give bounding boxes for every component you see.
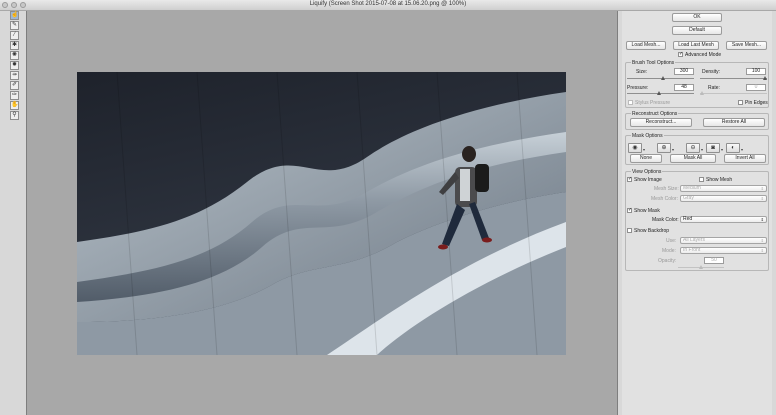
select-arrows-icon: ⇕ [760,238,764,243]
reconstruct-button[interactable]: Reconstruct... [630,118,692,127]
freeze-mask-tool[interactable]: ✐ [10,81,19,90]
size-slider-handle[interactable] [661,76,665,80]
opacity-slider[interactable] [678,265,724,269]
stylus-pressure-label: Stylus Pressure [635,100,671,106]
density-slider-handle[interactable] [763,76,767,80]
mask-subtract-dropdown-icon[interactable]: ▾ [701,147,703,152]
mask-replace-icon[interactable]: ◉ [628,143,642,153]
opacity-field[interactable]: 50 [704,257,724,264]
default-button[interactable]: Default [672,26,722,35]
reconstruct-options-title: Reconstruct Options [631,111,679,117]
show-backdrop-label: Show Backdrop [634,228,670,234]
stylus-pressure-checkbox[interactable] [628,100,633,105]
advanced-mode-checkbox[interactable]: ✓ [678,52,683,57]
mask-intersect-icon[interactable]: ◙ [706,143,720,153]
pressure-label: Pressure: [627,85,649,91]
use-label: Use: [666,238,677,244]
rate-slider[interactable] [700,91,767,95]
density-slider[interactable] [700,76,767,80]
mask-none-button[interactable]: None [630,154,662,163]
mesh-color-label: Mesh Color: [651,196,678,202]
window-titlebar: Liquify (Screen Shot 2015-07-08 at 15.06… [0,0,776,11]
pucker-tool[interactable]: ✺ [10,51,19,60]
mode-value: In Front [683,247,701,253]
hand-tool[interactable]: ✋ [10,101,19,110]
pressure-slider-handle[interactable] [657,91,661,95]
rate-field[interactable]: 0 [746,84,766,91]
save-mesh-button[interactable]: Save Mesh... [726,41,767,50]
mask-subtract-icon[interactable]: ⊖ [686,143,700,153]
show-mask-checkbox[interactable]: ✓ [627,208,632,213]
preview-image[interactable] [77,72,566,355]
mask-color-label: Mask Color: [652,217,679,223]
select-arrows-icon: ⇕ [760,186,764,191]
use-value: All Layers [683,237,705,243]
reconstruct-tool[interactable]: ✎ [10,21,19,30]
liquify-toolbar: ☝ ✎ ⁄ ✱ ✺ ✹ ⇸ ✐ ✑ ✋ ⚲ [10,11,21,121]
mask-options-title: Mask Options [631,133,664,139]
use-select[interactable]: All Layers ⇕ [680,237,767,244]
rate-slider-handle[interactable] [700,91,704,95]
mode-select[interactable]: In Front ⇕ [680,247,767,254]
show-backdrop-checkbox[interactable] [627,228,632,233]
show-image-label: Show Image [634,177,662,183]
mesh-size-select[interactable]: Medium ⇕ [680,185,767,192]
preview-canvas[interactable] [26,11,618,415]
bloat-tool[interactable]: ✹ [10,61,19,70]
load-mesh-button[interactable]: Load Mesh... [626,41,666,50]
load-last-mesh-button[interactable]: Load Last Mesh [673,41,719,50]
mesh-color-select[interactable]: Gray ⇕ [680,195,767,202]
select-arrows-icon: ⇕ [760,196,764,201]
opacity-label: Opacity: [658,258,677,264]
ok-button[interactable]: OK [672,13,722,22]
mask-all-button[interactable]: Mask All [670,154,716,163]
pin-edges-checkbox[interactable] [738,100,743,105]
view-options-title: View Options [631,169,663,175]
forward-warp-tool[interactable]: ☝ [10,11,19,20]
size-slider[interactable] [627,76,694,80]
size-field[interactable]: 300 [674,68,694,75]
show-image-checkbox[interactable]: ✓ [627,177,632,182]
push-left-tool[interactable]: ⇸ [10,71,19,80]
pin-edges-label: Pin Edges [745,100,768,106]
mesh-size-label: Mesh Size: [654,186,679,192]
pressure-slider[interactable] [627,91,694,95]
pressure-field[interactable]: 48 [674,84,694,91]
mask-replace-dropdown-icon[interactable]: ▾ [643,147,645,152]
show-mesh-checkbox[interactable] [699,177,704,182]
twirl-clockwise-tool[interactable]: ✱ [10,41,19,50]
mask-invert-icon[interactable]: ◐ [726,143,740,153]
invert-all-button[interactable]: Invert All [724,154,766,163]
mask-color-value: Red [683,216,693,222]
density-field[interactable]: 100 [746,68,766,75]
mesh-color-value: Gray [683,195,694,201]
window-title: Liquify (Screen Shot 2015-07-08 at 15.06… [309,1,467,7]
rate-label: Rate: [708,85,720,91]
mask-add-icon[interactable]: ⊕ [657,143,671,153]
thaw-mask-tool[interactable]: ✑ [10,91,19,100]
opacity-slider-handle[interactable] [699,265,703,269]
mask-color-select[interactable]: Red ⇕ [680,216,767,223]
brush-tool-options-title: Brush Tool Options [631,60,676,66]
select-arrows-icon: ⇕ [760,217,764,222]
mask-intersect-dropdown-icon[interactable]: ▾ [721,147,723,152]
mesh-size-value: Medium [683,185,701,191]
show-mask-label: Show Mask [634,208,660,214]
mode-label: Mode: [662,248,676,254]
mask-invert-dropdown-icon[interactable]: ▾ [741,147,743,152]
zoom-tool[interactable]: ⚲ [10,111,19,120]
options-panel: OK Default Load Mesh... Load Last Mesh S… [622,11,772,415]
restore-all-button[interactable]: Restore All [703,118,765,127]
smooth-tool[interactable]: ⁄ [10,31,19,40]
select-arrows-icon: ⇕ [760,248,764,253]
size-label: Size: [636,69,648,75]
show-mesh-label: Show Mesh [706,177,733,183]
density-label: Density: [702,69,721,75]
mask-add-dropdown-icon[interactable]: ▾ [672,147,674,152]
advanced-mode-label: Advanced Mode [685,52,722,58]
